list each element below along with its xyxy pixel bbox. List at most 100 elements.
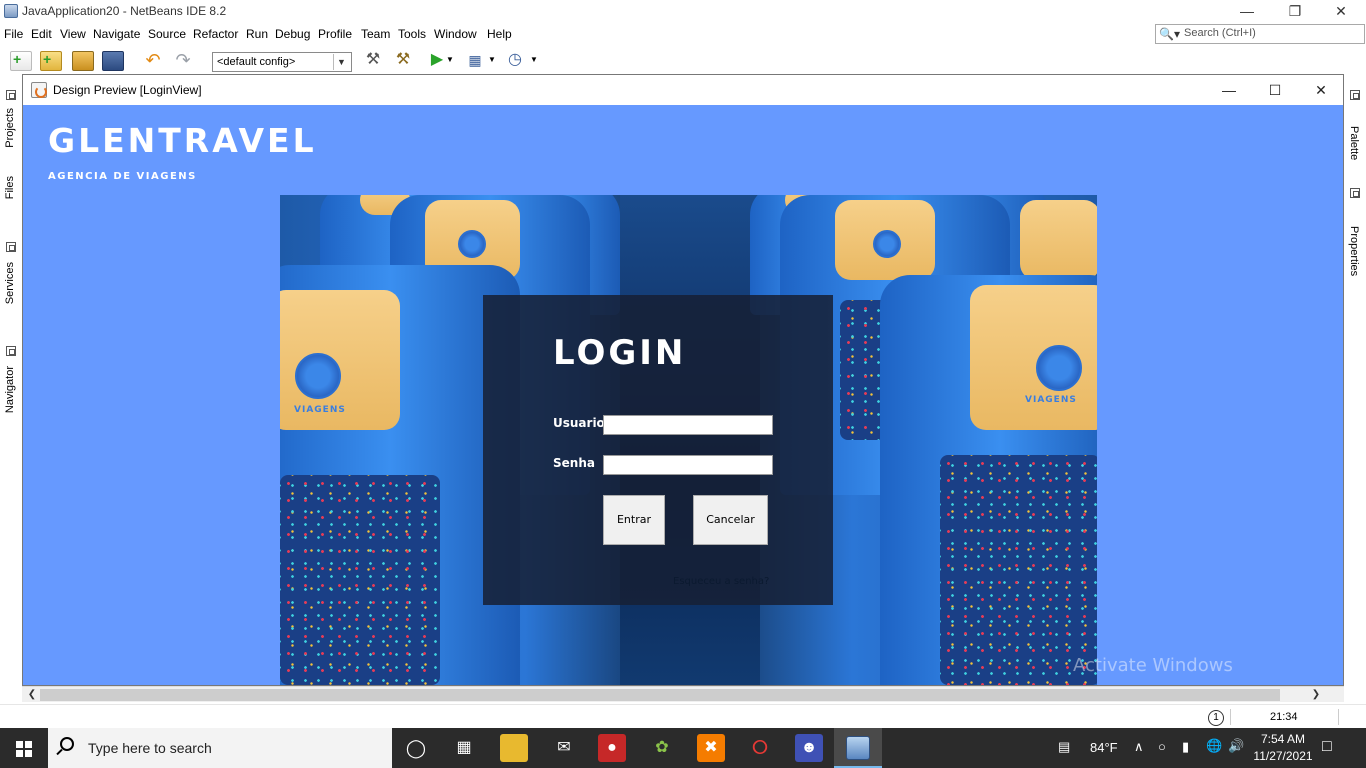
tab-files[interactable]: Files: [0, 176, 22, 216]
file-explorer-icon[interactable]: [500, 734, 528, 762]
restore-icon[interactable]: ❐: [1280, 2, 1310, 22]
notifications-icon[interactable]: □: [1322, 738, 1332, 756]
battery-icon[interactable]: ▮: [1182, 739, 1189, 755]
search-icon: [60, 737, 74, 751]
game-app-icon[interactable]: ☻: [795, 734, 823, 762]
photo-logo-text: VIAGENS: [1025, 395, 1077, 405]
redo-icon[interactable]: ↷: [172, 51, 194, 71]
password-field[interactable]: [603, 455, 773, 475]
clean-build-icon[interactable]: ⚒: [392, 51, 414, 71]
menu-window[interactable]: Window: [434, 27, 477, 41]
photo-logo: [1036, 345, 1082, 391]
run-icon[interactable]: ▶: [426, 51, 448, 71]
undo-icon[interactable]: ↶: [142, 51, 164, 71]
enter-button[interactable]: Entrar: [603, 495, 665, 545]
debug-icon[interactable]: ▦: [464, 51, 486, 71]
search-icon: 🔍▾: [1159, 27, 1180, 41]
start-button[interactable]: [0, 728, 48, 768]
run-dropdown-icon[interactable]: ▼: [446, 51, 456, 71]
menu-help[interactable]: Help: [487, 27, 512, 41]
debug-dropdown-icon[interactable]: ▼: [488, 51, 498, 71]
caret-position: 21:34: [1270, 711, 1298, 723]
config-value: <default config>: [217, 56, 296, 68]
photo-logo-text: VIAGENS: [294, 405, 346, 415]
save-all-icon[interactable]: [102, 51, 124, 71]
close-icon[interactable]: ✕: [1303, 80, 1339, 100]
ide-search-input[interactable]: 🔍▾ Search (Ctrl+I): [1155, 24, 1365, 44]
notification-icon[interactable]: 1: [1208, 710, 1224, 726]
open-project-icon[interactable]: [72, 51, 94, 71]
clock-date[interactable]: 11/27/2021: [1250, 749, 1316, 763]
restore-window-icon[interactable]: [6, 242, 16, 252]
weather-temp[interactable]: 84°F: [1090, 740, 1118, 755]
config-select[interactable]: <default config> ▼: [212, 52, 352, 72]
username-field[interactable]: [603, 415, 773, 435]
task-view-icon[interactable]: ▦: [450, 734, 478, 762]
restore-window-icon[interactable]: [1350, 188, 1360, 198]
windows-taskbar: Type here to search ◯ ▦ ✉ ● ✿ ✖ ⭘ ☻ ▤ 84…: [0, 728, 1366, 768]
photo-seat-fabric: [940, 455, 1097, 685]
chameleon-app-icon[interactable]: ✿: [648, 734, 676, 762]
scroll-left-icon[interactable]: ❮: [24, 687, 40, 703]
ide-search-placeholder: Search (Ctrl+I): [1184, 27, 1256, 39]
menu-file[interactable]: File: [4, 27, 23, 41]
clock-time[interactable]: 7:54 AM: [1258, 732, 1308, 746]
ide-title-bar: JavaApplication20 - NetBeans IDE 8.2 — ❐…: [0, 0, 1366, 24]
menu-run[interactable]: Run: [246, 27, 268, 41]
menu-refactor[interactable]: Refactor: [193, 27, 238, 41]
menu-team[interactable]: Team: [361, 27, 390, 41]
design-preview-window: Design Preview [LoginView] — ☐ ✕ GLENTRA…: [22, 74, 1344, 686]
tab-palette[interactable]: Palette: [1344, 126, 1366, 176]
menu-source[interactable]: Source: [148, 27, 186, 41]
netbeans-icon: [846, 736, 870, 760]
cancel-button[interactable]: Cancelar: [693, 495, 768, 545]
tab-properties[interactable]: Properties: [1344, 226, 1366, 296]
screen-recorder-icon[interactable]: ●: [598, 734, 626, 762]
restore-window-icon[interactable]: [1350, 90, 1360, 100]
horizontal-scrollbar[interactable]: ❮ ❯: [22, 686, 1344, 702]
opera-icon[interactable]: ⭘: [746, 734, 774, 762]
new-project-icon[interactable]: +: [40, 51, 62, 71]
mail-icon[interactable]: ✉: [550, 734, 578, 762]
menu-navigate[interactable]: Navigate: [93, 27, 140, 41]
chevron-down-icon: ▼: [333, 54, 349, 70]
weather-icon[interactable]: ▤: [1058, 739, 1070, 755]
minimize-icon[interactable]: —: [1211, 80, 1247, 100]
ide-toolbar: + + ↶ ↷ ⚒ ⚒ ▶ ▼ ▦ ▼ ◷ ▼: [0, 46, 1366, 76]
new-file-icon[interactable]: +: [10, 51, 32, 71]
tab-projects[interactable]: Projects: [0, 108, 22, 168]
java-icon: [31, 82, 47, 98]
xampp-icon[interactable]: ✖: [697, 734, 725, 762]
cortana-icon[interactable]: ◯: [402, 734, 430, 762]
restore-window-icon[interactable]: [6, 346, 16, 356]
profile-icon[interactable]: ◷: [504, 51, 526, 71]
build-icon[interactable]: ⚒: [362, 51, 384, 71]
menu-profile[interactable]: Profile: [318, 27, 352, 41]
tab-navigator[interactable]: Navigator: [0, 366, 22, 436]
tab-services[interactable]: Services: [0, 262, 22, 322]
login-title: LOGIN: [553, 333, 687, 373]
photo-logo: [458, 230, 486, 258]
netbeans-taskbar-item[interactable]: [834, 728, 882, 768]
forgot-password-link[interactable]: Esqueceu a senha?: [673, 576, 769, 587]
maximize-icon[interactable]: ☐: [1257, 80, 1293, 100]
close-icon[interactable]: ✕: [1326, 2, 1356, 22]
menu-edit[interactable]: Edit: [31, 27, 52, 41]
scrollbar-thumb[interactable]: [40, 689, 1280, 701]
profile-dropdown-icon[interactable]: ▼: [530, 51, 540, 71]
taskbar-search-input[interactable]: Type here to search: [48, 728, 392, 768]
menu-debug[interactable]: Debug: [275, 27, 310, 41]
menu-view[interactable]: View: [60, 27, 86, 41]
volume-icon[interactable]: 🔊: [1228, 738, 1244, 754]
preview-title: Design Preview [LoginView]: [53, 83, 202, 97]
menu-tools[interactable]: Tools: [398, 27, 426, 41]
restore-window-icon[interactable]: [6, 90, 16, 100]
minimize-icon[interactable]: —: [1232, 2, 1262, 22]
network-icon[interactable]: 🌐: [1206, 738, 1222, 754]
chevron-up-icon[interactable]: ∧: [1134, 739, 1144, 755]
ide-window-title: JavaApplication20 - NetBeans IDE 8.2: [22, 4, 227, 18]
scroll-right-icon[interactable]: ❯: [1308, 687, 1324, 703]
photo-headrest: [1020, 200, 1097, 280]
meet-now-icon[interactable]: ○: [1158, 739, 1166, 754]
photo-logo: [873, 230, 901, 258]
